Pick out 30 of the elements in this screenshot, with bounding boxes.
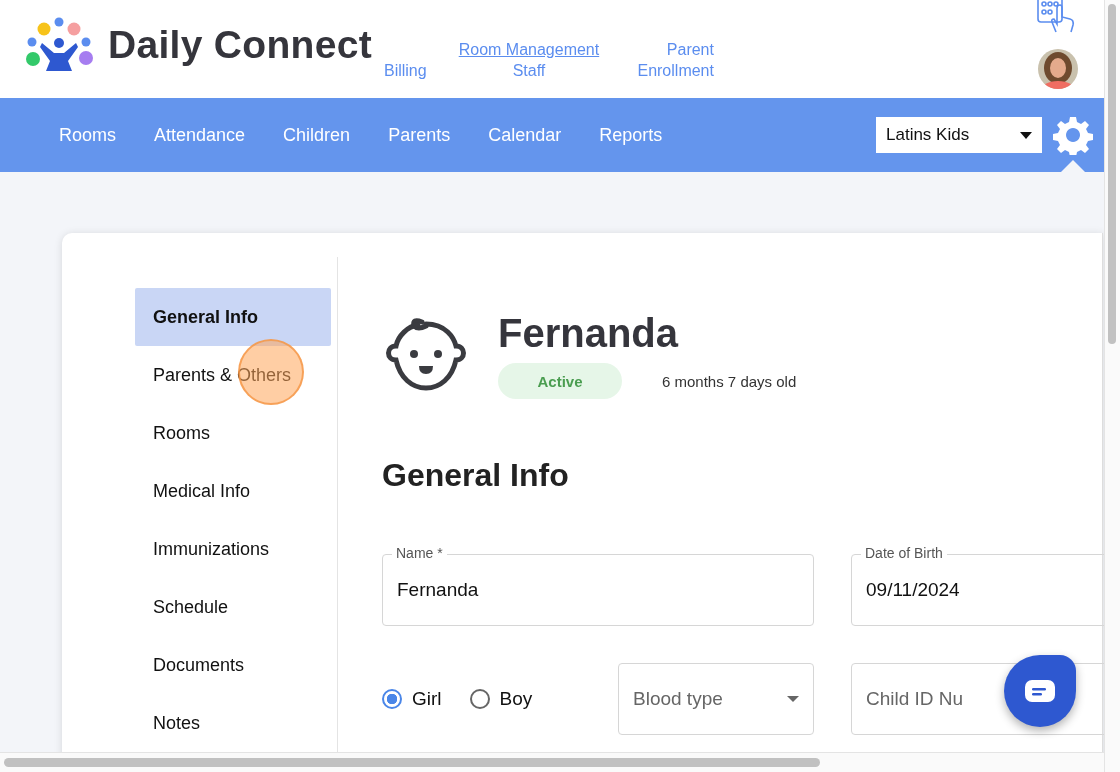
logo-icon [24, 17, 94, 73]
scrollbar-thumb[interactable] [1108, 4, 1116, 344]
vertical-scrollbar[interactable] [1104, 0, 1120, 772]
sidebar-item[interactable]: Parents & Others [135, 346, 337, 404]
school-select[interactable]: Latins Kids [876, 117, 1042, 153]
field-label: Name * [392, 545, 447, 561]
sidebar-item[interactable]: Notes [135, 694, 337, 752]
caret-icon [787, 696, 799, 702]
sidebar-item[interactable]: Immunizations [135, 520, 337, 578]
gender-radio[interactable]: Girl [382, 688, 442, 710]
gender-radio[interactable]: Boy [469, 688, 533, 710]
blood-type-select[interactable]: Blood type [618, 663, 814, 735]
scrollbar-thumb[interactable] [4, 758, 820, 767]
horizontal-scrollbar[interactable] [0, 752, 1104, 772]
sidebar-item[interactable]: Documents [135, 636, 337, 694]
status-badge: Active [498, 363, 622, 399]
section-title: General Info [382, 457, 570, 494]
child-id-field[interactable]: Child ID Nu [851, 663, 1104, 735]
field-label: Date of Birth [861, 545, 947, 561]
child-age: 6 months 7 days old [662, 372, 797, 390]
chat-icon [1025, 680, 1055, 702]
child-name: Fernanda [498, 310, 680, 357]
sidebar-item[interactable]: General Info [135, 288, 331, 346]
settings-icon[interactable] [1053, 115, 1093, 155]
sidebar-item[interactable]: Schedule [135, 578, 337, 636]
brand-name: Daily Connect [108, 23, 372, 67]
caret-icon [1020, 131, 1032, 139]
sidebar-item[interactable]: Medical Info [135, 462, 337, 520]
keypad-icon[interactable] [1036, 0, 1076, 34]
sidebar-item[interactable]: Rooms [135, 404, 337, 462]
